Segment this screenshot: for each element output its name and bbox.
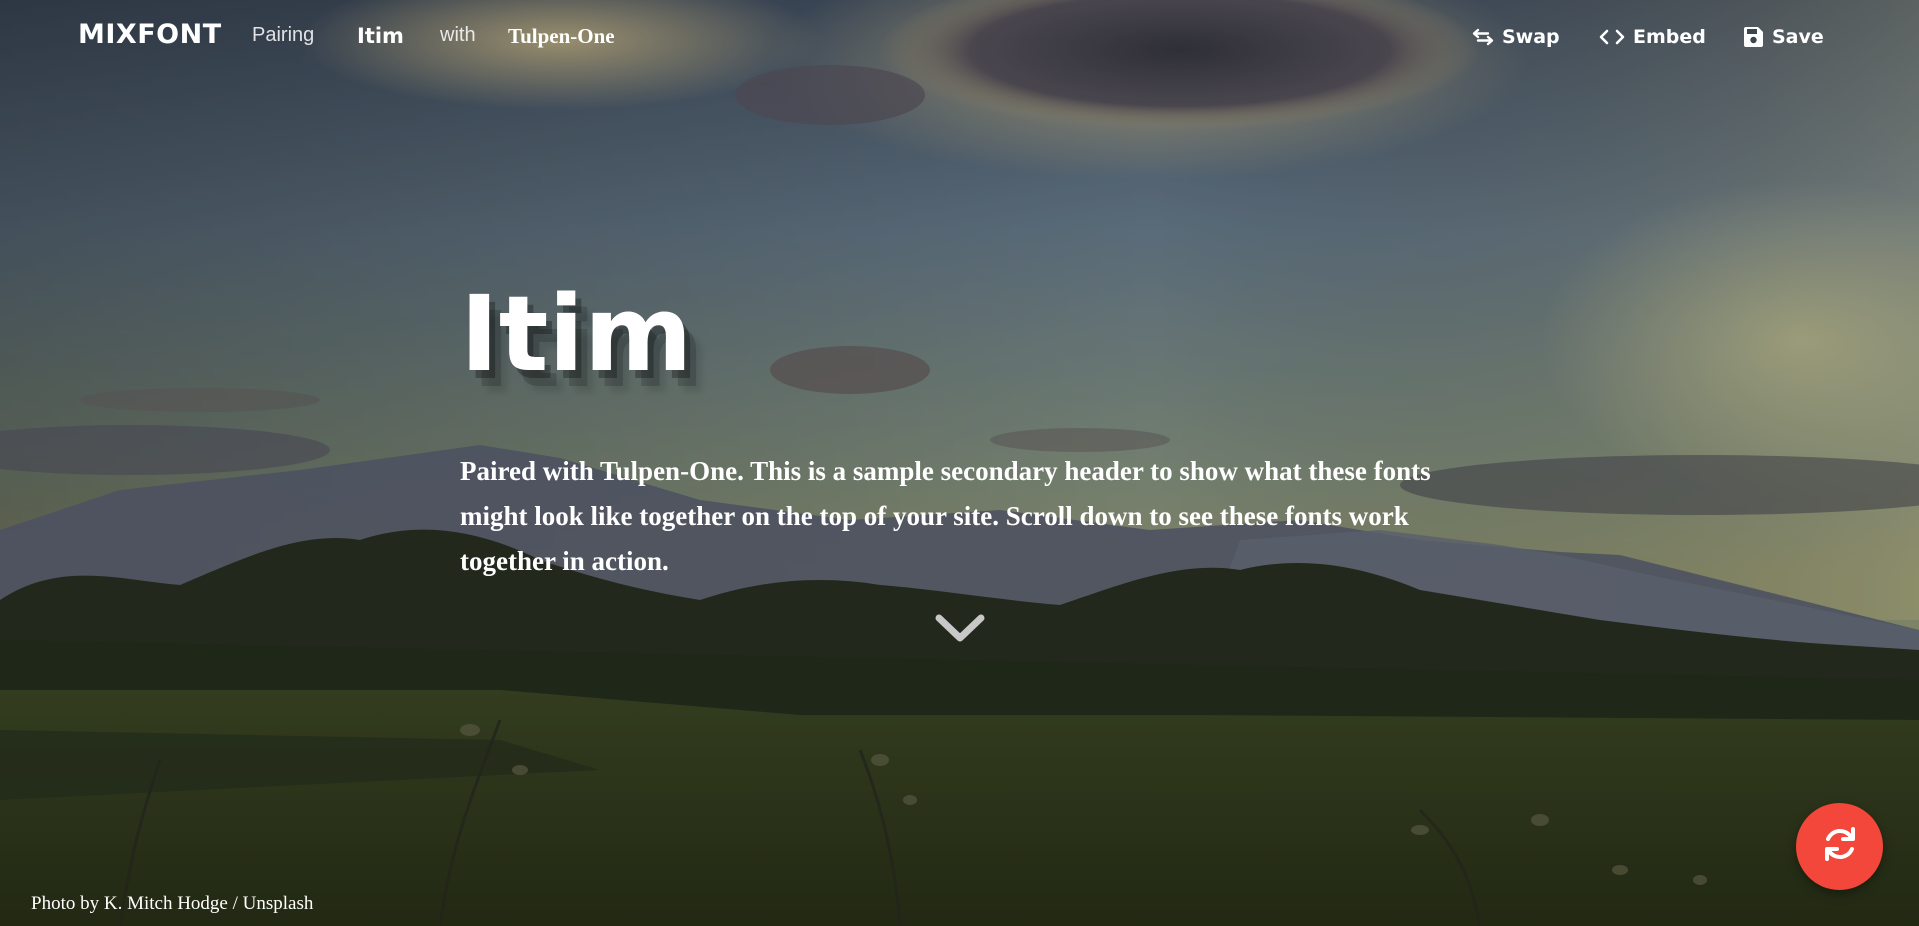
refresh-icon: [1818, 822, 1862, 871]
hero-subtitle: Paired with Tulpen-One. This is a sample…: [460, 456, 1431, 576]
embed-label: Embed: [1633, 26, 1706, 48]
save-label: Save: [1772, 26, 1824, 48]
code-icon: [1599, 28, 1625, 46]
primary-font-name[interactable]: Itim: [357, 24, 404, 48]
embed-button[interactable]: Embed: [1599, 24, 1706, 50]
logo[interactable]: MIXFONT: [78, 19, 222, 50]
secondary-font-name[interactable]: Tulpen-One: [508, 24, 615, 49]
credit-source-link[interactable]: Unsplash: [243, 893, 314, 914]
save-button[interactable]: Save: [1742, 24, 1824, 50]
swap-label: Swap: [1502, 26, 1560, 48]
hero-title: Itim: [460, 273, 693, 395]
scroll-down-button[interactable]: [935, 612, 985, 644]
top-nav: MIXFONT Pairing Itim with Tulpen-One Swa…: [0, 0, 1919, 74]
credit-author-link[interactable]: K. Mitch Hodge: [104, 893, 228, 914]
pairing-label: Pairing: [252, 24, 315, 46]
swap-button[interactable]: Swap: [1472, 24, 1560, 50]
chevron-down-icon: [935, 614, 985, 648]
credit-prefix: Photo by: [31, 893, 104, 914]
floppy-disk-icon: [1742, 26, 1764, 48]
credit-separator: /: [227, 893, 243, 914]
photo-credit: Photo by K. Mitch Hodge / Unsplash: [31, 893, 313, 915]
swap-arrows-icon: [1472, 28, 1494, 46]
with-label: with: [440, 24, 476, 46]
refresh-button[interactable]: [1796, 803, 1883, 890]
